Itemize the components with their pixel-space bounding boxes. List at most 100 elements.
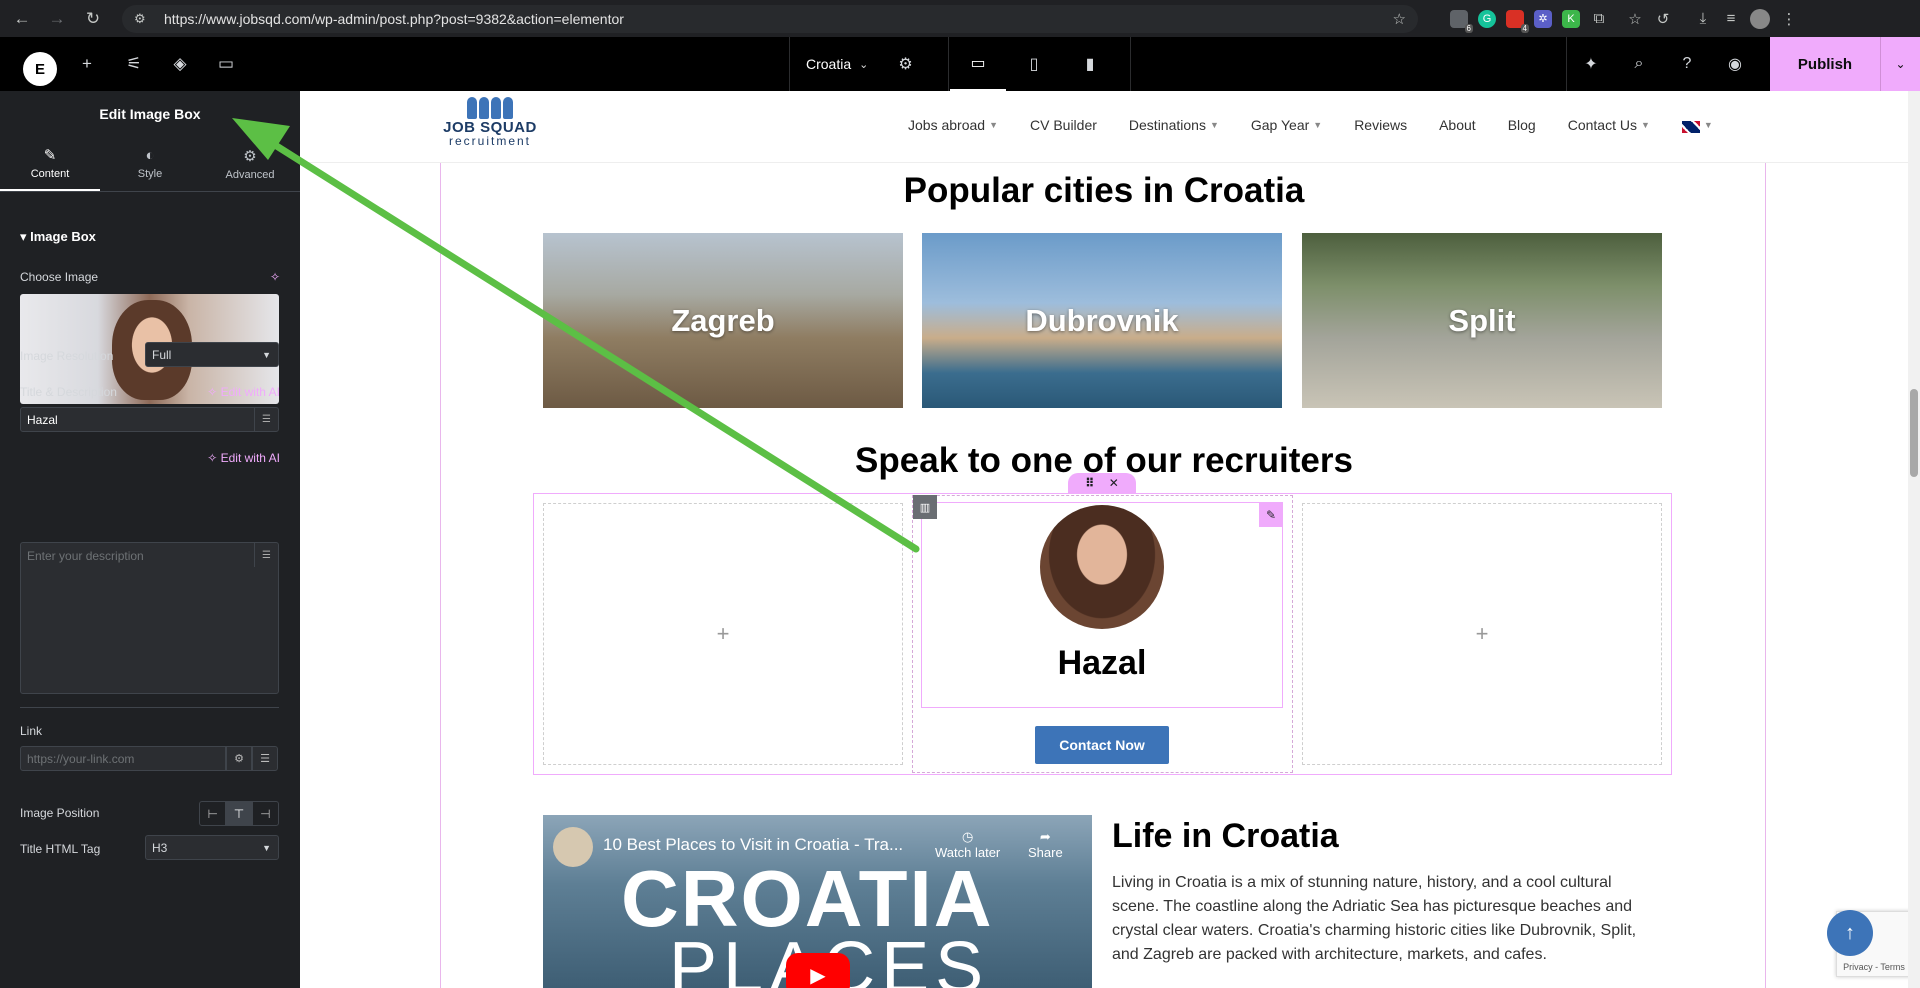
position-left-icon[interactable]: ⊢ (200, 802, 227, 825)
link-placeholder: https://your-link.com (27, 751, 135, 766)
extension-purple-icon[interactable]: ✲ (1534, 9, 1552, 28)
tab-content-label: Content (30, 167, 70, 180)
description-textarea[interactable]: Enter your description ☰ (20, 542, 279, 694)
menu-item-jobs-abroad[interactable]: Jobs abroad ▼ (908, 117, 998, 133)
play-button-icon[interactable]: ▶ (786, 953, 850, 988)
grammarly-icon[interactable]: G (1478, 9, 1496, 28)
desktop-icon[interactable]: ▭ (950, 37, 1006, 91)
menu-icon[interactable]: ⋮ (1780, 10, 1798, 28)
menu-item-destinations[interactable]: Destinations ▼ (1129, 117, 1219, 133)
scrollbar-thumb[interactable] (1910, 389, 1918, 477)
menu-label: Destinations (1128, 117, 1206, 133)
image-position-label: Image Position (20, 806, 100, 820)
tab-advanced[interactable]: ⚙ Advanced (200, 136, 300, 191)
add-widget-plus-icon[interactable]: + (1476, 621, 1489, 647)
extension-k-icon[interactable]: K (1562, 9, 1580, 28)
download-icon[interactable]: ⤓ (1694, 10, 1712, 28)
site-settings-icon[interactable]: ⚟ (116, 37, 152, 91)
drag-handle-icon[interactable]: ⠿ (1085, 476, 1094, 490)
history-icon[interactable]: ↺ (1654, 10, 1672, 28)
menu-item-contact-us[interactable]: Contact Us ▼ (1568, 117, 1650, 133)
menu-item-cv-builder[interactable]: CV Builder (1030, 117, 1097, 133)
link-options-gear-icon[interactable]: ⚙ (226, 746, 252, 771)
menu-label: Blog (1507, 117, 1536, 133)
ai-sparkle-icon[interactable]: ✧ (270, 270, 280, 284)
video-title[interactable]: 10 Best Places to Visit in Croatia - Tra… (603, 835, 903, 855)
puzzle-icon[interactable]: ⧉ (1590, 10, 1608, 28)
tab-content[interactable]: ✎ Content (0, 136, 100, 191)
empty-column-left[interactable]: + (543, 503, 903, 765)
add-widget-plus-icon[interactable]: + (717, 621, 730, 647)
publish-options-chevron-icon[interactable]: ⌄ (1880, 37, 1920, 91)
extension-icon[interactable]: 6 (1450, 9, 1473, 33)
share-control[interactable]: ➦ Share (1028, 829, 1063, 860)
scroll-to-top-arrow-icon[interactable]: ↑ (1827, 910, 1873, 956)
youtube-video-embed[interactable]: 10 Best Places to Visit in Croatia - Tra… (543, 815, 1092, 988)
link-input[interactable]: https://your-link.com (20, 746, 226, 771)
link-dynamic-tags-icon[interactable]: ☰ (252, 746, 278, 771)
bookmark-star-icon[interactable]: ☆ (1393, 10, 1406, 28)
title-tag-select[interactable]: H3 ▼ (145, 835, 279, 860)
choose-image-label: Choose Image (20, 270, 99, 284)
title-input-value: Hazal (27, 412, 58, 427)
guide-line (440, 91, 441, 988)
mobile-icon[interactable]: ▮ (1062, 37, 1118, 91)
share-arrow-icon: ➦ (1039, 829, 1051, 844)
media-icon[interactable]: ≡ (1722, 10, 1740, 28)
add-element-icon[interactable]: + (69, 37, 105, 91)
contact-now-button[interactable]: Contact Now (1035, 726, 1169, 764)
edit-with-ai-text: Edit with AI (220, 385, 280, 399)
close-icon[interactable]: ✕ (1109, 476, 1119, 490)
page-settings-icon[interactable]: ⚙ (898, 54, 912, 74)
life-in-croatia-text: Living in Croatia is a mix of stunning n… (1112, 874, 1637, 963)
position-top-icon[interactable]: ⊤ (226, 802, 253, 825)
language-switcher[interactable]: ▼ (1681, 117, 1713, 133)
help-icon[interactable]: ? (1663, 37, 1711, 91)
bookmarks-icon[interactable]: ☆ (1626, 10, 1644, 28)
publish-button[interactable]: Publish (1770, 37, 1880, 91)
page-scrollbar[interactable] (1908, 91, 1920, 988)
site-info-icon[interactable]: ⚙ (134, 11, 150, 27)
edit-widget-pencil-icon[interactable]: ✎ (1259, 503, 1283, 527)
extension-red-icon[interactable]: 4 (1506, 9, 1529, 33)
elementor-topbar: E + ⚟ ◈ ▭ Croatia ⌄ ⚙ ▭ ▯ ▮ ✦ ⌕ ? ◉ Publ… (0, 37, 1920, 91)
forward-icon[interactable]: → (40, 0, 74, 37)
back-icon[interactable]: ← (5, 0, 39, 37)
edit-with-ai-link-description[interactable]: ✧ Edit with AI (207, 451, 280, 465)
browser-toolbar: ← → ↻ ⚙ https://www.jobsqd.com/wp-admin/… (0, 0, 1920, 37)
channel-avatar[interactable] (553, 827, 593, 867)
position-right-icon[interactable]: ⊣ (253, 802, 278, 825)
city-card-split[interactable]: Split (1302, 233, 1662, 408)
column-handle-icon[interactable]: ▥ (913, 495, 937, 519)
edit-with-ai-text-2: Edit with AI (220, 451, 280, 465)
title-input[interactable]: Hazal ☰ (20, 407, 279, 432)
site-logo[interactable]: JOB SQUAD recruitment (440, 95, 540, 157)
image-resolution-select[interactable]: Full ▼ (145, 342, 279, 367)
section-toggle-image-box[interactable]: ▾ Image Box (20, 229, 96, 245)
menu-item-reviews[interactable]: Reviews (1354, 117, 1407, 133)
contrast-icon: ◐ (145, 147, 155, 164)
city-card-dubrovnik[interactable]: Dubrovnik (922, 233, 1282, 408)
container-handle[interactable]: ⠿ ✕ (1068, 473, 1136, 493)
edit-with-ai-link-title[interactable]: ✧ Edit with AI (207, 385, 280, 399)
reload-icon[interactable]: ↻ (76, 0, 110, 37)
dynamic-tags-icon[interactable]: ☰ (254, 408, 278, 431)
search-icon[interactable]: ⌕ (1615, 37, 1663, 91)
profile-avatar[interactable] (1750, 8, 1770, 29)
menu-item-about[interactable]: About (1439, 117, 1476, 133)
preview-eye-icon[interactable]: ◉ (1711, 37, 1759, 91)
gear-icon: ⚙ (243, 147, 257, 165)
menu-item-gap-year[interactable]: Gap Year ▼ (1251, 117, 1322, 133)
comments-icon[interactable]: ▭ (208, 37, 244, 91)
dynamic-tags-icon-2[interactable]: ☰ (254, 543, 278, 567)
address-bar[interactable]: ⚙ https://www.jobsqd.com/wp-admin/post.p… (122, 5, 1418, 33)
empty-column-right[interactable]: + (1302, 503, 1662, 765)
tab-style[interactable]: ◐ Style (100, 136, 200, 191)
tablet-icon[interactable]: ▯ (1006, 37, 1062, 91)
page-selector[interactable]: Croatia ⌄ ⚙ (789, 37, 949, 91)
structure-icon[interactable]: ◈ (162, 37, 198, 91)
elementor-logo-icon[interactable]: E (23, 52, 57, 86)
menu-item-blog[interactable]: Blog (1508, 117, 1536, 133)
city-card-zagreb[interactable]: Zagreb (543, 233, 903, 408)
notifications-icon[interactable]: ✦ (1567, 37, 1615, 91)
